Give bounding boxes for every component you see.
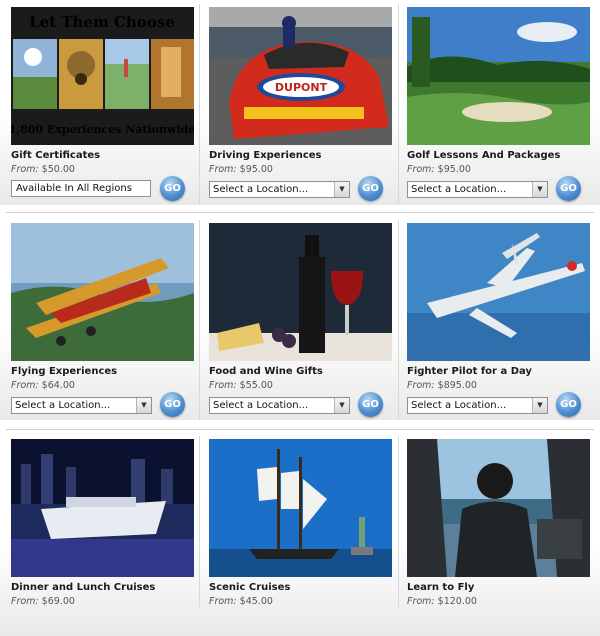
card-price: From: $55.00 bbox=[209, 380, 392, 391]
experience-card-scenic-cruises: Scenic Cruises From: $45.00 bbox=[209, 439, 392, 607]
from-label: From: bbox=[407, 596, 435, 607]
card-price: From: $64.00 bbox=[11, 380, 194, 391]
chevron-down-icon[interactable]: ▼ bbox=[532, 398, 547, 413]
dinner-cruise-image[interactable] bbox=[11, 439, 194, 577]
learn-to-fly-image[interactable] bbox=[407, 439, 590, 577]
price-value: $50.00 bbox=[41, 164, 75, 175]
from-label: From: bbox=[407, 164, 435, 175]
region-field[interactable]: Available In All Regions bbox=[11, 180, 151, 197]
experience-card-learn-to-fly: Learn to Fly From: $120.00 bbox=[407, 439, 590, 607]
card-price: From: $95.00 bbox=[209, 164, 392, 175]
location-row: Select a Location... ▼ GO bbox=[11, 392, 194, 419]
from-label: From: bbox=[11, 164, 39, 175]
experience-card-driving: DUPONT Driving Experiences From: $95.00 … bbox=[209, 7, 392, 203]
location-row: Select a Location... ▼ GO bbox=[209, 176, 392, 203]
from-label: From: bbox=[11, 596, 39, 607]
price-value: $69.00 bbox=[41, 596, 75, 607]
from-label: From: bbox=[11, 380, 39, 391]
fighter-pilot-image[interactable] bbox=[407, 223, 590, 361]
price-value: $55.00 bbox=[239, 380, 273, 391]
column-divider bbox=[199, 4, 200, 204]
scenic-cruise-image[interactable] bbox=[209, 439, 392, 577]
from-label: From: bbox=[209, 164, 237, 175]
go-button[interactable]: GO bbox=[358, 176, 383, 201]
column-divider bbox=[398, 4, 399, 204]
chevron-down-icon[interactable]: ▼ bbox=[136, 398, 151, 413]
location-select-value: Select a Location... bbox=[411, 400, 507, 411]
card-price: From: $45.00 bbox=[209, 596, 392, 607]
row-divider bbox=[6, 212, 594, 213]
experience-card-flying: Flying Experiences From: $64.00 Select a… bbox=[11, 223, 194, 419]
card-title[interactable]: Food and Wine Gifts bbox=[209, 366, 392, 377]
location-row: Select a Location... ▼ GO bbox=[407, 392, 590, 419]
card-title[interactable]: Golf Lessons And Packages bbox=[407, 150, 590, 161]
flying-experience-image[interactable] bbox=[11, 223, 194, 361]
card-title[interactable]: Dinner and Lunch Cruises bbox=[11, 582, 194, 593]
location-select[interactable]: Select a Location... ▼ bbox=[407, 181, 548, 198]
experience-card-golf: Golf Lessons And Packages From: $95.00 S… bbox=[407, 7, 590, 203]
card-price: From: $120.00 bbox=[407, 596, 590, 607]
location-select[interactable]: Select a Location... ▼ bbox=[407, 397, 548, 414]
price-value: $895.00 bbox=[437, 380, 477, 391]
gift-certificate-banner-image[interactable]: Let Them Choose 1,800 Experiences Nation… bbox=[11, 7, 194, 145]
card-title[interactable]: Scenic Cruises bbox=[209, 582, 392, 593]
go-button[interactable]: GO bbox=[556, 176, 581, 201]
card-price: From: $95.00 bbox=[407, 164, 590, 175]
go-button[interactable]: GO bbox=[358, 392, 383, 417]
location-select[interactable]: Select a Location... ▼ bbox=[209, 181, 350, 198]
go-button[interactable]: GO bbox=[556, 392, 581, 417]
card-price: From: $895.00 bbox=[407, 380, 590, 391]
column-divider bbox=[199, 436, 200, 607]
golf-image[interactable] bbox=[407, 7, 590, 145]
card-price: From: $69.00 bbox=[11, 596, 194, 607]
food-wine-image[interactable] bbox=[209, 223, 392, 361]
experience-card-dinner-cruises: Dinner and Lunch Cruises From: $69.00 bbox=[11, 439, 194, 607]
column-divider bbox=[199, 220, 200, 420]
chevron-down-icon[interactable]: ▼ bbox=[334, 182, 349, 197]
experience-card-gift-certificates: Let Them Choose 1,800 Experiences Nation… bbox=[11, 7, 194, 203]
card-title[interactable]: Learn to Fly bbox=[407, 582, 590, 593]
price-value: $95.00 bbox=[239, 164, 273, 175]
go-button[interactable]: GO bbox=[160, 392, 185, 417]
column-divider bbox=[398, 220, 399, 420]
chevron-down-icon[interactable]: ▼ bbox=[532, 182, 547, 197]
go-button[interactable]: GO bbox=[160, 176, 185, 201]
price-value: $45.00 bbox=[239, 596, 273, 607]
card-title[interactable]: Flying Experiences bbox=[11, 366, 194, 377]
experience-card-fighter-pilot: Fighter Pilot for a Day From: $895.00 Se… bbox=[407, 223, 590, 419]
chevron-down-icon[interactable]: ▼ bbox=[334, 398, 349, 413]
location-select-value: Select a Location... bbox=[411, 184, 507, 195]
card-price: From: $50.00 bbox=[11, 164, 194, 175]
from-label: From: bbox=[209, 596, 237, 607]
location-select-value: Select a Location... bbox=[213, 184, 309, 195]
experience-card-food-wine: Food and Wine Gifts From: $55.00 Select … bbox=[209, 223, 392, 419]
driving-experience-image[interactable]: DUPONT bbox=[209, 7, 392, 145]
location-row: Select a Location... ▼ GO bbox=[209, 392, 392, 419]
banner-headline: Let Them Choose bbox=[29, 13, 175, 31]
card-title[interactable]: Driving Experiences bbox=[209, 150, 392, 161]
price-value: $64.00 bbox=[41, 380, 75, 391]
from-label: From: bbox=[407, 380, 435, 391]
location-select-value: Select a Location... bbox=[213, 400, 309, 411]
column-divider bbox=[398, 436, 399, 607]
card-title[interactable]: Fighter Pilot for a Day bbox=[407, 366, 590, 377]
location-select[interactable]: Select a Location... ▼ bbox=[209, 397, 350, 414]
location-select-value: Select a Location... bbox=[15, 400, 111, 411]
svg-text:DUPONT: DUPONT bbox=[275, 81, 328, 94]
location-row: Available In All Regions GO bbox=[11, 176, 194, 203]
location-select[interactable]: Select a Location... ▼ bbox=[11, 397, 152, 414]
location-row: Select a Location... ▼ GO bbox=[407, 176, 590, 203]
from-label: From: bbox=[209, 380, 237, 391]
price-value: $120.00 bbox=[437, 596, 477, 607]
card-title[interactable]: Gift Certificates bbox=[11, 150, 194, 161]
price-value: $95.00 bbox=[437, 164, 471, 175]
row-divider bbox=[6, 429, 594, 430]
banner-footer: 1,800 Experiences Nationwide bbox=[11, 123, 194, 136]
